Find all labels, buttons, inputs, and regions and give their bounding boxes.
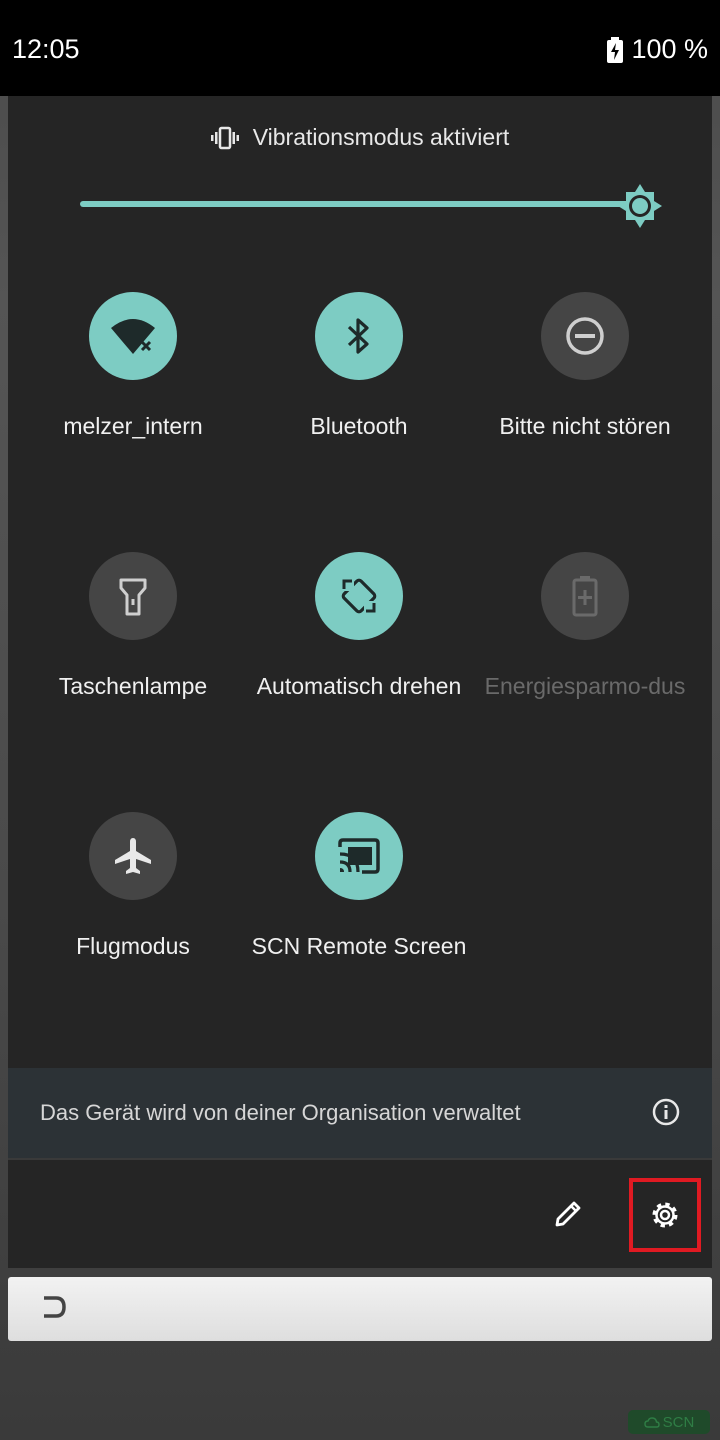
tile-do-not-disturb[interactable]: Bitte nicht stören: [470, 292, 700, 440]
tile-battery-saver-toggle: [541, 552, 629, 640]
tile-auto-rotate[interactable]: Automatisch drehen: [244, 552, 474, 700]
tile-label: Energiesparmo-dus: [484, 673, 686, 699]
tile-wifi-toggle[interactable]: [89, 292, 177, 380]
quick-settings-panel: Vibrationsmodus aktiviert melzer_intern: [8, 96, 712, 1268]
tile-airplane[interactable]: Flugmodus: [18, 812, 248, 960]
tile-cast-toggle[interactable]: [315, 812, 403, 900]
battery-charging-icon: [607, 36, 624, 63]
bluetooth-icon: [347, 318, 369, 354]
battery-saver-icon: [572, 576, 598, 617]
tile-label: melzer_intern: [63, 413, 203, 439]
ringer-mode-row[interactable]: Vibrationsmodus aktiviert: [8, 124, 712, 151]
ringer-mode-label: Vibrationsmodus aktiviert: [252, 124, 510, 150]
cast-icon: [338, 838, 380, 874]
settings-button[interactable]: [629, 1178, 701, 1252]
brightness-icon[interactable]: [616, 182, 664, 230]
do-not-disturb-icon: [566, 317, 604, 355]
back-icon[interactable]: [42, 1295, 68, 1319]
pencil-icon: [555, 1201, 581, 1227]
tile-flashlight-toggle[interactable]: [89, 552, 177, 640]
device-management-notice[interactable]: Das Gerät wird von deiner Organisation v…: [8, 1068, 712, 1160]
tile-airplane-toggle[interactable]: [89, 812, 177, 900]
info-icon[interactable]: [652, 1098, 680, 1126]
tile-label: Flugmodus: [76, 933, 190, 959]
clock: 12:05: [12, 34, 80, 64]
tile-label: SCN Remote Screen: [251, 933, 467, 959]
tile-label: Automatisch drehen: [256, 673, 462, 699]
navigation-bar: [8, 1277, 712, 1341]
tile-label: Taschenlampe: [58, 673, 208, 699]
cloud-icon: [643, 1417, 660, 1428]
edit-button[interactable]: [548, 1194, 588, 1234]
brightness-slider[interactable]: [80, 201, 640, 207]
tile-battery-saver: Energiesparmo-dus: [470, 552, 700, 700]
flashlight-icon: [119, 578, 147, 616]
vibrate-icon: [210, 126, 239, 149]
management-text: Das Gerät wird von deiner Organisation v…: [40, 1100, 521, 1125]
battery-indicator: 100 %: [607, 34, 708, 65]
scn-label: SCN: [662, 1413, 695, 1431]
tile-bluetooth-toggle[interactable]: [315, 292, 403, 380]
battery-percent: 100 %: [631, 34, 708, 64]
tile-wifi[interactable]: melzer_intern: [18, 292, 248, 440]
tile-label: Bluetooth: [310, 413, 408, 439]
tile-bluetooth[interactable]: Bluetooth: [244, 292, 474, 440]
screen: 12:05 100 % Vibrationsmodus aktiviert me…: [0, 0, 720, 1440]
auto-rotate-icon: [341, 578, 377, 614]
wifi-no-internet-icon: [111, 319, 155, 354]
tile-rotate-toggle[interactable]: [315, 552, 403, 640]
scn-badge: SCN: [628, 1410, 710, 1434]
status-bar: 12:05 100 %: [0, 0, 720, 96]
tile-remote-screen[interactable]: SCN Remote Screen: [244, 812, 474, 960]
tile-dnd-toggle[interactable]: [541, 292, 629, 380]
tile-flashlight[interactable]: Taschenlampe: [18, 552, 248, 700]
gear-icon: [652, 1202, 678, 1228]
tile-label: Bitte nicht stören: [499, 413, 671, 439]
airplane-icon: [115, 838, 151, 874]
